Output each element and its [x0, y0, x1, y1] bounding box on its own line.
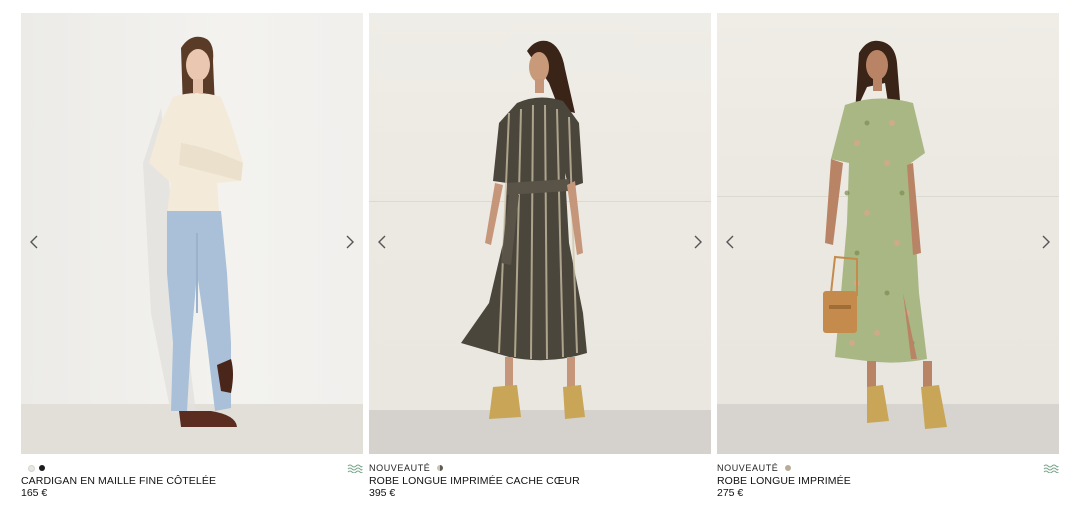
new-badge: NOUVEAUTÉ	[369, 463, 431, 473]
carousel-prev-button[interactable]	[23, 231, 45, 253]
product-image[interactable]	[717, 13, 1059, 454]
new-badge: NOUVEAUTÉ	[717, 463, 779, 473]
product-grid: CARDIGAN EN MAILLE FINE CÔTELÉE 165 € NO…	[0, 0, 1080, 514]
carousel-next-button[interactable]	[339, 231, 361, 253]
chevron-left-icon	[378, 235, 386, 249]
product-info: CARDIGAN EN MAILLE FINE CÔTELÉE 165 €	[21, 454, 363, 501]
chevron-left-icon	[30, 235, 38, 249]
product-title[interactable]: CARDIGAN EN MAILLE FINE CÔTELÉE	[21, 475, 216, 488]
chevron-right-icon	[694, 235, 702, 249]
color-swatches: NOUVEAUTÉ	[369, 463, 444, 473]
wave-eco-icon	[347, 464, 363, 473]
product-info: NOUVEAUTÉ ROBE LONGUE IMPRIMÉE CACHE CŒU…	[369, 454, 711, 501]
color-swatch-print[interactable]	[437, 465, 444, 471]
product-card[interactable]: NOUVEAUTÉ ROBE LONGUE IMPRIMÉE CACHE CŒU…	[369, 13, 711, 501]
chevron-right-icon	[1042, 235, 1050, 249]
product-image[interactable]	[21, 13, 363, 454]
carousel-prev-button[interactable]	[371, 231, 393, 253]
carousel-prev-button[interactable]	[719, 231, 741, 253]
color-swatches: NOUVEAUTÉ	[717, 463, 792, 473]
color-swatch-beige[interactable]	[785, 465, 792, 471]
model-figure	[823, 40, 947, 429]
color-swatch-black[interactable]	[39, 465, 45, 471]
product-image[interactable]	[369, 13, 711, 454]
model-figure	[461, 40, 587, 419]
product-card[interactable]: NOUVEAUTÉ ROBE LONGUE IMPRIMÉE 275 €	[717, 13, 1059, 501]
carousel-next-button[interactable]	[687, 231, 709, 253]
color-swatch-light[interactable]	[28, 464, 35, 472]
product-price: 165 €	[21, 487, 48, 499]
wave-eco-icon	[1043, 464, 1059, 473]
product-price: 395 €	[369, 487, 396, 499]
chevron-left-icon	[726, 235, 734, 249]
product-card[interactable]: CARDIGAN EN MAILLE FINE CÔTELÉE 165 €	[21, 13, 363, 501]
product-title[interactable]: ROBE LONGUE IMPRIMÉE CACHE CŒUR	[369, 475, 580, 488]
product-info: NOUVEAUTÉ ROBE LONGUE IMPRIMÉE 275 €	[717, 454, 1059, 501]
color-swatches	[21, 463, 45, 473]
model-figure	[143, 36, 243, 427]
chevron-right-icon	[346, 235, 354, 249]
carousel-next-button[interactable]	[1035, 231, 1057, 253]
product-price: 275 €	[717, 487, 744, 499]
